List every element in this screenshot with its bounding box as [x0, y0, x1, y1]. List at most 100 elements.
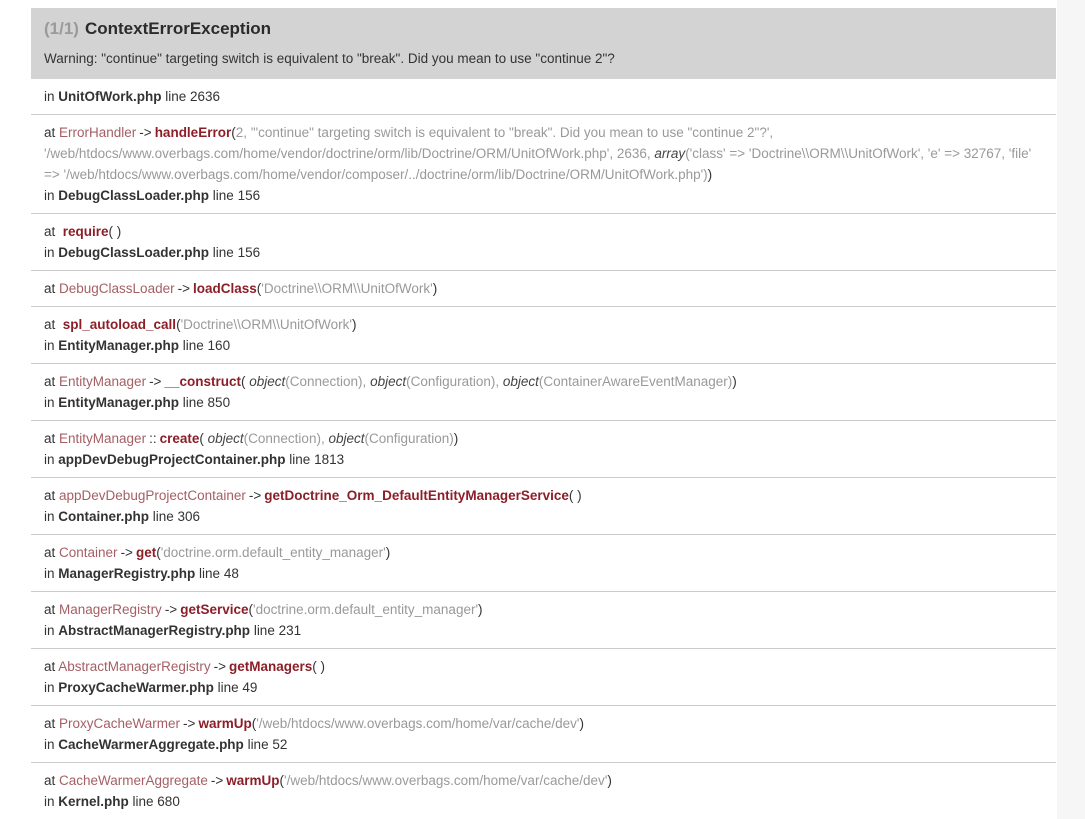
trace-paren: )	[732, 374, 737, 389]
trace-call: at ManagerRegistry -> getService('doctrine…	[44, 599, 1043, 620]
trace-location: in EntityManager.php line 850	[44, 392, 1043, 413]
trace-row: in UnitOfWork.php line 2636	[31, 79, 1056, 114]
trace-location: in DebugClassLoader.php line 156	[44, 185, 1043, 206]
trace-file: appDevDebugProjectContainer.php	[58, 452, 286, 467]
trace-location: in AbstractManagerRegistry.php line 231	[44, 620, 1043, 641]
trace-paren: )	[453, 431, 459, 446]
trace-file: Container.php	[58, 509, 150, 524]
trace-call: at EntityManager -> __construct( object(Co…	[44, 371, 1043, 392]
trace-file: EntityManager.php	[58, 395, 180, 410]
exception-title: (1/1) ContextErrorException	[44, 19, 1043, 39]
trace-method: getService	[180, 602, 249, 617]
exception-class-name: ContextErrorException	[84, 19, 272, 38]
trace-line-number: line 680	[128, 794, 180, 809]
trace-in-label: in	[44, 188, 59, 203]
trace-em: object	[207, 431, 244, 446]
trace-class: Container	[59, 545, 118, 560]
trace-method: spl_autoload_call	[62, 317, 177, 332]
trace-plain: at	[44, 317, 63, 332]
trace-paren: ( )	[108, 224, 122, 239]
trace-location: in appDevDebugProjectContainer.php line …	[44, 449, 1043, 470]
trace-arg: 'doctrine.orm.default_entity_manager'	[160, 545, 386, 560]
trace-plain: at	[44, 281, 60, 296]
trace-location: in EntityManager.php line 160	[44, 335, 1043, 356]
trace-method: __construct	[164, 374, 241, 389]
trace-location: in CacheWarmerAggregate.php line 52	[44, 734, 1043, 755]
trace-plain: at	[44, 659, 59, 674]
trace-plain: at	[44, 125, 60, 140]
trace-line-number: line 48	[195, 566, 239, 581]
trace-row: at spl_autoload_call('Doctrine\\ORM\\Uni…	[31, 306, 1056, 363]
trace-call: at appDevDebugProjectContainer -> getDoctr…	[44, 485, 1043, 506]
trace-arrow: ->	[149, 374, 162, 389]
trace-in-label: in	[44, 395, 59, 410]
trace-call: at DebugClassLoader -> loadClass('Doctrine…	[44, 278, 1043, 299]
trace-file: ProxyCacheWarmer.php	[58, 680, 214, 695]
trace-arrow: ->	[139, 125, 152, 140]
trace-in-label: in	[44, 89, 59, 104]
exception-message: Warning: "continue" targeting switch is …	[44, 51, 615, 66]
trace-em: array	[654, 146, 686, 161]
trace-line-number: line 1813	[285, 452, 345, 467]
trace-plain: at	[44, 431, 60, 446]
trace-class: ProxyCacheWarmer	[59, 716, 181, 731]
trace-class: AbstractManagerRegistry	[58, 659, 211, 674]
trace-line-number: line 160	[179, 338, 231, 353]
trace-arg: '/web/htdocs/www.overbags.com/home/var/c…	[284, 773, 608, 788]
trace-row: at ProxyCacheWarmer -> warmUp('/web/htdocs…	[31, 705, 1056, 762]
trace-location: in ProxyCacheWarmer.php line 49	[44, 677, 1043, 698]
exception-page-panel: (1/1) ContextErrorException Warning: "con…	[0, 0, 1057, 819]
trace-location: in UnitOfWork.php line 2636	[44, 86, 1043, 107]
exception-header: (1/1) ContextErrorException Warning: "con…	[31, 8, 1056, 79]
trace-file: DebugClassLoader.php	[58, 245, 210, 260]
trace-call: at require( )	[44, 221, 1043, 242]
trace-plain: at	[44, 716, 60, 731]
trace-call: at EntityManager:: create( object(Connect…	[44, 428, 1043, 449]
trace-row: at ErrorHandler -> handleError(2, '"contin…	[31, 114, 1056, 213]
trace-location: in Kernel.php line 680	[44, 791, 1043, 812]
trace-method: handleError	[154, 125, 232, 140]
trace-file: UnitOfWork.php	[58, 89, 162, 104]
trace-row: at appDevDebugProjectContainer -> getDoctr…	[31, 477, 1056, 534]
trace-file: CacheWarmerAggregate.php	[58, 737, 244, 752]
trace-plain: at	[44, 374, 60, 389]
trace-em: object	[328, 431, 365, 446]
trace-arg: 'doctrine.orm.default_entity_manager'	[253, 602, 479, 617]
trace-arg: (Connection),	[285, 374, 371, 389]
trace-class: DebugClassLoader	[59, 281, 175, 296]
trace-row: at require( ) in DebugClassLoader.php lin…	[31, 213, 1056, 270]
trace-list: in UnitOfWork.php line 2636 at ErrorHandl…	[31, 79, 1056, 819]
trace-class: ErrorHandler	[59, 125, 137, 140]
trace-location: in DebugClassLoader.php line 156	[44, 242, 1043, 263]
exception-counter: (1/1)	[44, 19, 79, 38]
trace-in-label: in	[44, 623, 59, 638]
trace-plain: at	[44, 488, 60, 503]
trace-paren: )	[607, 773, 612, 788]
trace-row: at AbstractManagerRegistry -> getManagers(…	[31, 648, 1056, 705]
trace-line-number: line 2636	[161, 89, 221, 104]
trace-arg: (Configuration)	[364, 431, 454, 446]
trace-location: in Container.php line 306	[44, 506, 1043, 527]
trace-method: create	[159, 431, 200, 446]
trace-arg: '/web/htdocs/www.overbags.com/home/var/c…	[256, 716, 580, 731]
trace-plain: at	[44, 224, 63, 239]
trace-em: object	[502, 374, 539, 389]
trace-line-number: line 156	[209, 188, 261, 203]
trace-row: at DebugClassLoader -> loadClass('Doctrine…	[31, 270, 1056, 306]
trace-file: DebugClassLoader.php	[58, 188, 210, 203]
trace-paren: )	[579, 716, 585, 731]
trace-row: at ManagerRegistry -> getService('doctrine…	[31, 591, 1056, 648]
trace-in-label: in	[44, 452, 59, 467]
trace-arrow: ->	[177, 281, 190, 296]
trace-em: object	[249, 374, 286, 389]
trace-class: EntityManager	[59, 374, 147, 389]
trace-file: AbstractManagerRegistry.php	[58, 623, 251, 638]
trace-paren: )	[385, 545, 391, 560]
trace-line-number: line 49	[213, 680, 258, 695]
trace-in-label: in	[44, 338, 59, 353]
trace-arrow: ::	[149, 431, 157, 446]
trace-paren: ( )	[312, 659, 325, 674]
trace-method: getManagers	[228, 659, 313, 674]
trace-method: getDoctrine_Orm_DefaultEntityManagerServ…	[264, 488, 569, 503]
trace-in-label: in	[44, 245, 59, 260]
